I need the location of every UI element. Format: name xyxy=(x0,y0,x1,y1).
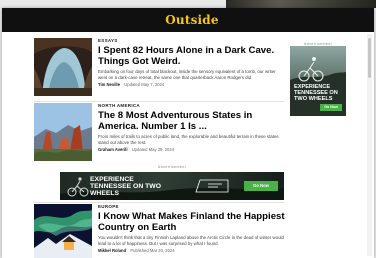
article-byline: Mikkel Roland Published Mar 20, 2024 xyxy=(98,248,286,254)
article-byline: Tim Neville Updated May 7, 2024 xyxy=(98,82,286,88)
article-headline[interactable]: I Spent 82 Hours Alone in a Dark Cave. T… xyxy=(98,45,286,67)
banner-ad-text: Experience Tennessee on Two Wheels xyxy=(90,176,161,197)
article-summary: From miles of trails to acres of public … xyxy=(98,134,279,145)
divider xyxy=(34,202,284,203)
browser-page: Outside Essays I Spent 82 Hours Alone in… xyxy=(2,8,374,258)
article-headline[interactable]: The 8 Most Adventurous States in America… xyxy=(98,110,286,132)
sidebar-ad[interactable]: Advertisement Experience Tennessee on Tw… xyxy=(290,42,346,116)
background-photo xyxy=(226,0,376,8)
article-card[interactable]: North America The 8 Most Adventurous Sta… xyxy=(34,103,286,165)
article-byline: Graham Averill Updated May 29, 2024 xyxy=(98,147,286,153)
article-thumbnail[interactable] xyxy=(34,38,92,101)
sidebar-ad-creative[interactable]: Experience Tennessee on Two Wheels Go No… xyxy=(290,46,346,116)
aurora-photo-icon xyxy=(34,204,92,258)
red-rock-photo-icon xyxy=(34,103,92,161)
article-author[interactable]: Graham Averill xyxy=(98,147,127,152)
cave-photo-icon xyxy=(34,38,92,96)
article-category[interactable]: Essays xyxy=(98,38,286,44)
article-summary: Embarking on four days of total blackout… xyxy=(98,69,276,80)
sidebar-ad-text: Experience Tennessee on Two Wheels xyxy=(294,84,338,102)
article-author[interactable]: Mikkel Roland xyxy=(98,248,126,253)
article-thumbnail[interactable] xyxy=(34,204,92,258)
article-date: Updated May 7, 2024 xyxy=(124,81,165,87)
article-headline[interactable]: I Know What Makes Finland the Happiest C… xyxy=(98,211,286,233)
advertisement-label: Advertisement xyxy=(157,165,187,169)
article-category[interactable]: North America xyxy=(98,103,286,109)
article-author[interactable]: Tim Neville xyxy=(98,82,120,87)
banner-ad[interactable]: Experience Tennessee on Two Wheels Go No… xyxy=(60,172,284,200)
banner-ad-button[interactable]: Go Now xyxy=(244,181,278,191)
article-card[interactable]: Europe I Know What Makes Finland the Hap… xyxy=(34,204,286,258)
site-logo[interactable]: Outside xyxy=(162,12,222,28)
site-header: Outside xyxy=(2,8,374,32)
article-date: Published Mar 20, 2024 xyxy=(130,247,175,253)
divider xyxy=(34,101,284,102)
scrollbar-thumb[interactable] xyxy=(368,38,371,78)
article-summary: You wouldn't think that a tiny Finnish L… xyxy=(98,235,284,246)
article-category[interactable]: Europe xyxy=(98,204,286,210)
article-card[interactable]: Essays I Spent 82 Hours Alone in a Dark … xyxy=(34,38,286,98)
article-thumbnail[interactable] xyxy=(34,103,92,166)
article-date: Updated May 29, 2024 xyxy=(131,146,175,152)
sidebar-ad-button[interactable]: Go Now xyxy=(320,104,342,111)
